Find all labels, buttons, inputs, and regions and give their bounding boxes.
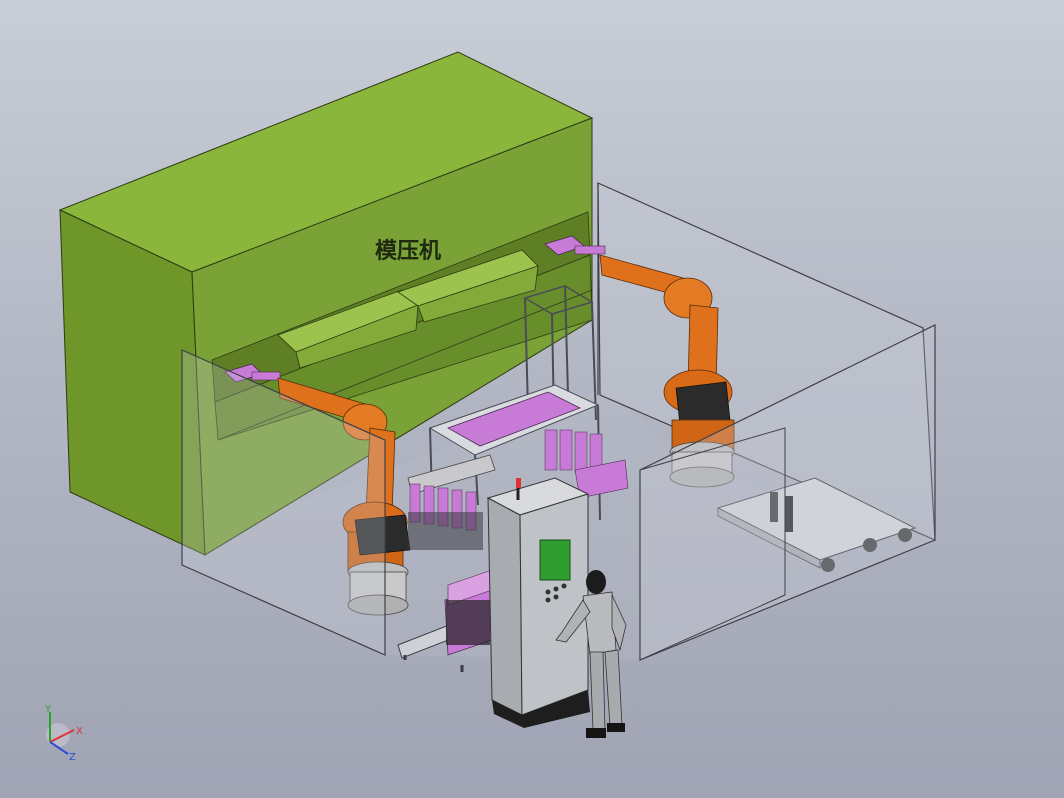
control-button[interactable] (545, 597, 551, 603)
press-label: 模压机 (375, 238, 441, 264)
control-button[interactable] (561, 583, 567, 589)
cad-viewport[interactable]: 模压机 Y X Z (0, 0, 1064, 798)
stack-light (516, 478, 521, 488)
control-button[interactable] (553, 594, 559, 600)
control-cabinet[interactable] (486, 477, 590, 728)
svg-text:Z: Z (69, 752, 76, 763)
svg-text:X: X (76, 726, 83, 737)
hmi-screen[interactable] (539, 539, 571, 581)
control-button[interactable] (553, 586, 559, 592)
assembly-scene[interactable]: 模压机 Y X Z (0, 0, 1064, 798)
control-button[interactable] (545, 589, 551, 595)
coordinate-triad: Y X Z (44, 704, 83, 763)
svg-text:Y: Y (44, 704, 52, 715)
